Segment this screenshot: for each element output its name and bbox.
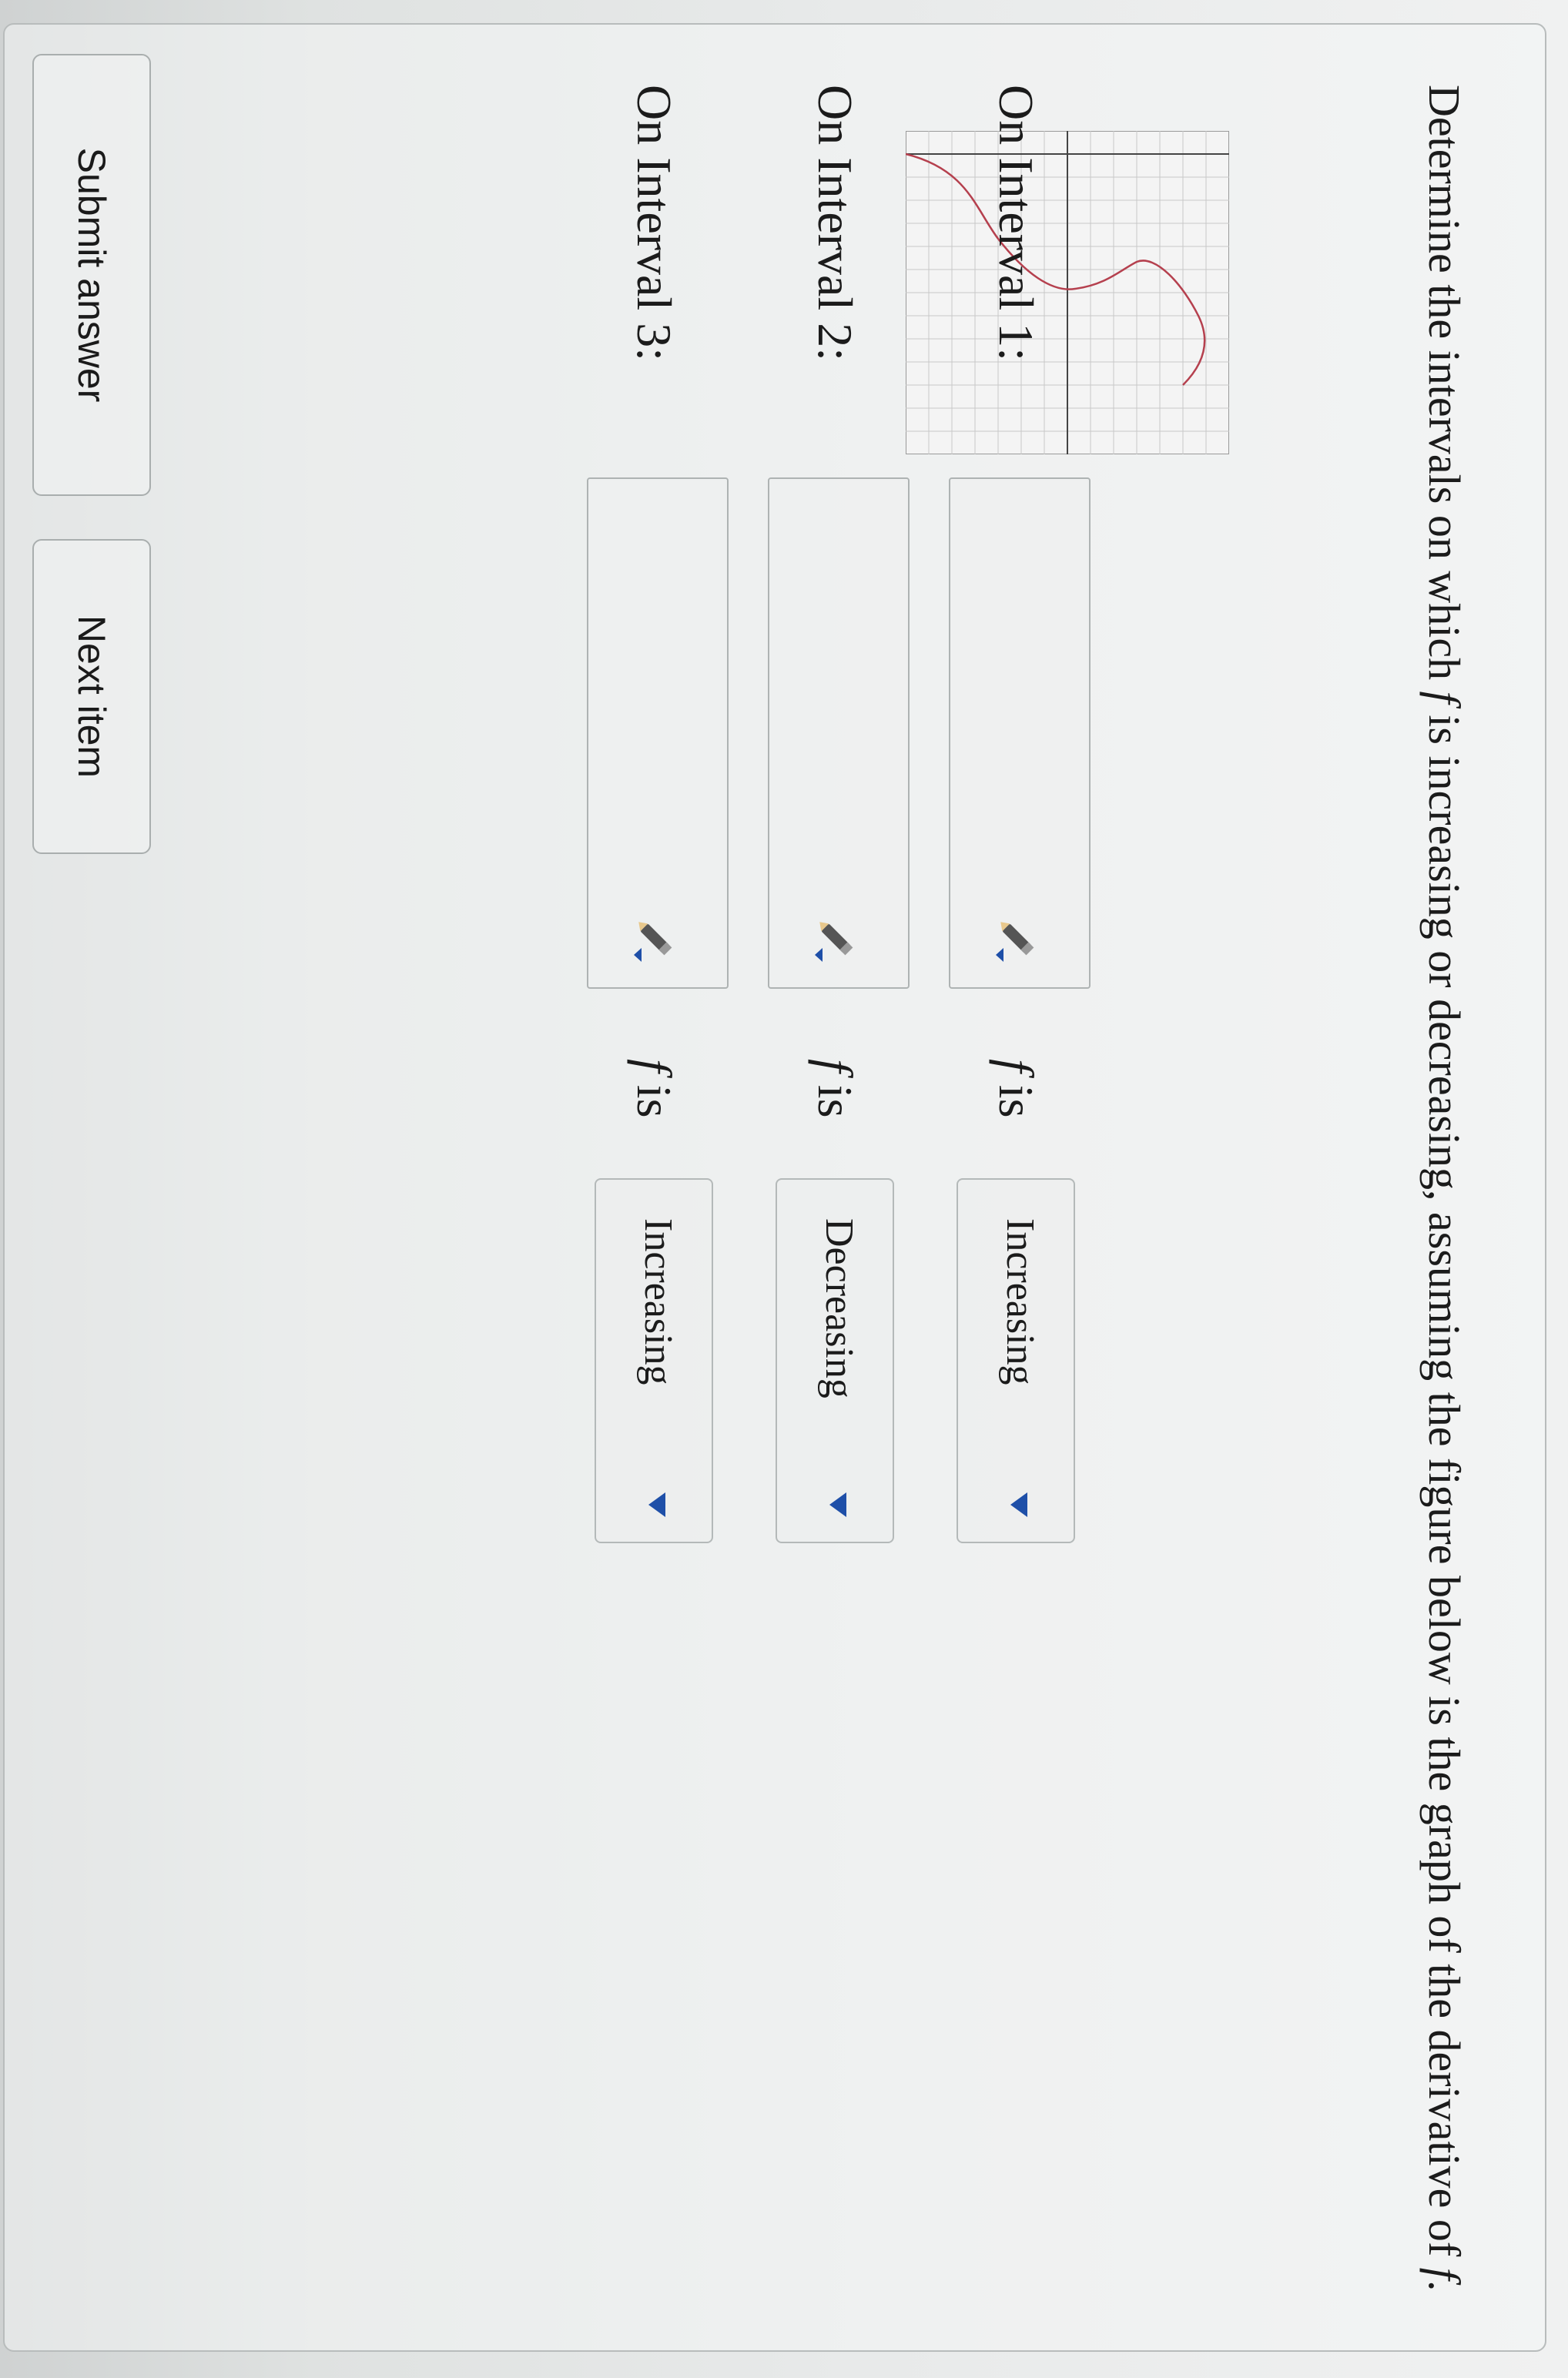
question-text: Determine the intervals on which f is in…	[1412, 85, 1476, 2318]
interval-3-input[interactable]	[587, 477, 729, 989]
caret-down-icon[interactable]	[1010, 1492, 1027, 1517]
select-value: Decreasing	[817, 1218, 861, 1398]
f-is-label: f is	[987, 1059, 1044, 1117]
function-symbol: f	[808, 1059, 863, 1073]
interval-1-select[interactable]: Increasing	[957, 1178, 1075, 1543]
caret-down-icon[interactable]	[829, 1492, 846, 1517]
question-page: Determine the intervals on which f is in…	[0, 0, 1568, 2378]
photo-background: Determine the intervals on which f is in…	[0, 0, 1568, 2378]
interval-row-2: On Interval 2: f is Decreasing	[763, 85, 910, 1702]
interval-label: On Interval 1:	[989, 85, 1044, 361]
f-is-label: f is	[625, 1059, 682, 1117]
select-value: Increasing	[998, 1218, 1042, 1385]
question-text-part: Determine the intervals on which	[1419, 85, 1469, 692]
is-text: is	[627, 1072, 682, 1118]
f-is-label: f is	[806, 1059, 863, 1117]
interval-2-input[interactable]	[768, 477, 910, 989]
question-text-part: .	[1419, 2279, 1469, 2292]
question-text-part: is increasing or decreasing, assuming th…	[1419, 703, 1469, 2268]
function-symbol: f	[1419, 2267, 1469, 2280]
interval-1-input[interactable]	[949, 477, 1091, 989]
caret-down-icon[interactable]	[648, 1492, 665, 1517]
interval-label: On Interval 3:	[627, 85, 682, 361]
interval-row-3: On Interval 3: f is Increasing	[582, 85, 729, 1702]
interval-row-1: On Interval 1: f is Increasing	[944, 85, 1091, 1702]
function-symbol: f	[1419, 691, 1469, 704]
is-text: is	[989, 1072, 1044, 1118]
function-symbol: f	[989, 1059, 1044, 1073]
pencil-icon[interactable]	[812, 914, 866, 968]
interval-label: On Interval 2:	[808, 85, 863, 361]
submit-answer-button[interactable]: Submit answer	[32, 54, 151, 496]
pencil-icon[interactable]	[993, 914, 1047, 968]
function-symbol: f	[627, 1059, 682, 1073]
select-value: Increasing	[636, 1218, 680, 1385]
interval-3-select[interactable]: Increasing	[595, 1178, 713, 1543]
interval-2-select[interactable]: Decreasing	[776, 1178, 894, 1543]
pencil-icon[interactable]	[631, 914, 685, 968]
next-item-button[interactable]: Next item	[32, 539, 151, 854]
is-text: is	[808, 1072, 863, 1118]
